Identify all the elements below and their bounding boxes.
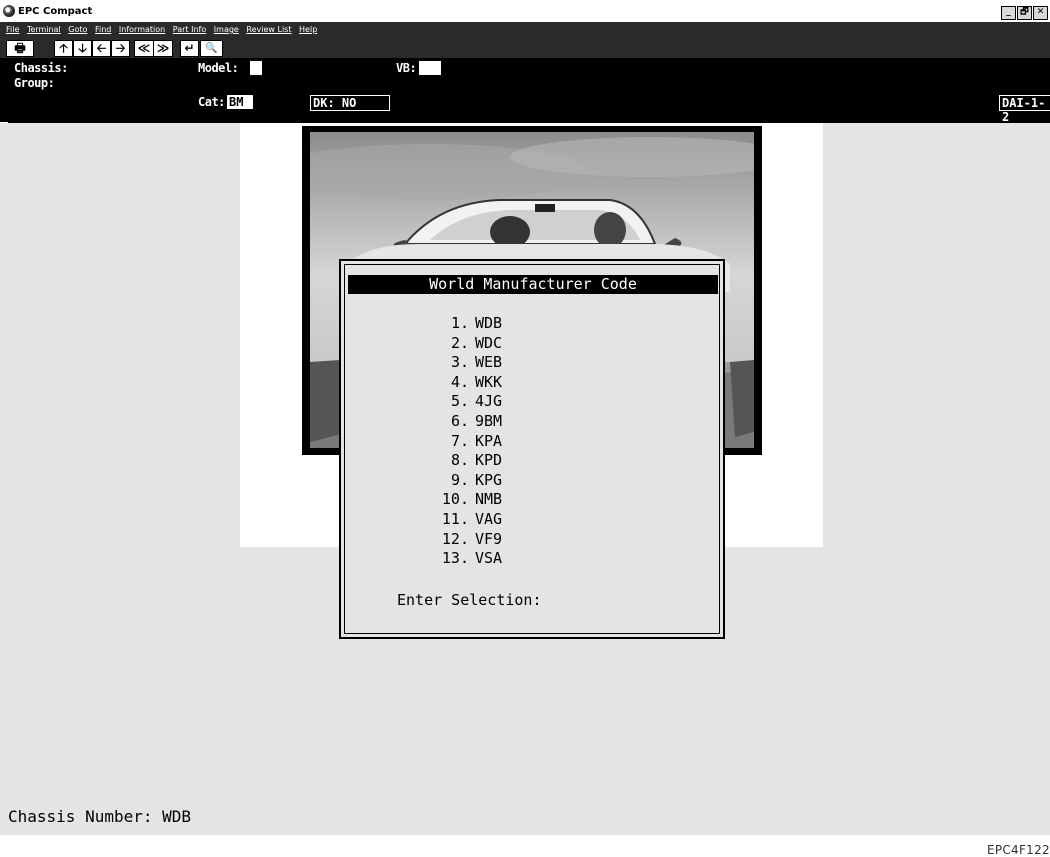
menu-part-info[interactable]: Part Info bbox=[173, 25, 206, 34]
vehicle-info-bar: Chassis: Group: Model: VB: Cat: BM DK: N… bbox=[0, 58, 1050, 124]
arrow-right-icon[interactable]: 🡢 bbox=[111, 40, 130, 57]
group-label: Group: bbox=[14, 76, 55, 90]
item-number: 6. bbox=[450, 411, 469, 430]
item-number: 7. bbox=[450, 431, 469, 450]
list-item[interactable]: 10. NMB bbox=[341, 490, 641, 510]
item-code: KPA bbox=[475, 431, 503, 450]
item-number: 5. bbox=[450, 392, 469, 411]
item-code: WDC bbox=[475, 333, 503, 352]
item-number: 4. bbox=[450, 372, 469, 391]
page-forward-icon[interactable]: ≫ bbox=[153, 40, 173, 57]
item-code: WEB bbox=[475, 353, 503, 372]
toolbar: 🖶 🡡 🡣 🡠 🡢 ≪ ≫ ↵ 🔍 bbox=[0, 37, 1050, 58]
item-code: KPD bbox=[475, 451, 503, 470]
menu-help[interactable]: Help bbox=[299, 25, 317, 34]
arrow-up-icon[interactable]: 🡡 bbox=[54, 40, 73, 57]
menu-find[interactable]: Find bbox=[95, 25, 111, 34]
model-label: Model: bbox=[198, 61, 239, 75]
item-number: 12. bbox=[441, 529, 469, 548]
item-code: NMB bbox=[475, 490, 503, 509]
cat-value: BM bbox=[227, 95, 253, 109]
list-item[interactable]: 12. VF9 bbox=[341, 530, 641, 550]
dialog-title: World Manufacturer Code bbox=[348, 275, 718, 294]
list-item[interactable]: 13. VSA bbox=[341, 549, 641, 569]
list-item[interactable]: 9. KPG bbox=[341, 471, 641, 491]
chassis-number-status: Chassis Number: WDB bbox=[8, 807, 192, 826]
world-manufacturer-code-dialog: World Manufacturer Code 1. WDB 2. WDC 3. WE… bbox=[339, 259, 725, 639]
arrow-left-icon[interactable]: 🡠 bbox=[92, 40, 111, 57]
dk-label: DK: NO bbox=[310, 95, 390, 111]
item-number: 13. bbox=[441, 549, 469, 568]
window-title: EPC Compact bbox=[18, 6, 93, 17]
arrow-down-icon[interactable]: 🡣 bbox=[73, 40, 92, 57]
item-code: VAG bbox=[475, 509, 503, 528]
manufacturer-code-list: 1. WDB 2. WDC 3. WEB 4. WKK 5. 4JG 6. 9BM 7. KP… bbox=[341, 314, 641, 569]
menu-bar: File Terminal Goto Find Information Part… bbox=[0, 22, 1050, 37]
menu-information[interactable]: Information bbox=[119, 25, 165, 34]
item-number: 1. bbox=[450, 314, 469, 332]
list-item[interactable]: 3. WEB bbox=[341, 353, 641, 373]
menu-file[interactable]: File bbox=[6, 25, 19, 34]
item-number: 10. bbox=[441, 490, 469, 509]
restore-button[interactable]: 🗗 bbox=[1017, 6, 1032, 20]
item-number: 9. bbox=[450, 470, 469, 489]
list-item[interactable]: 7. KPA bbox=[341, 432, 641, 452]
print-icon[interactable]: 🖶 bbox=[6, 40, 34, 57]
list-item[interactable]: 1. WDB bbox=[341, 314, 641, 334]
item-code: WKK bbox=[475, 372, 503, 391]
page-back-icon[interactable]: ≪ bbox=[134, 40, 154, 57]
item-code: WDB bbox=[475, 314, 503, 332]
model-field[interactable] bbox=[250, 61, 262, 75]
item-code: 4JG bbox=[475, 392, 503, 411]
cat-label: Cat: bbox=[198, 95, 225, 109]
list-item[interactable]: 8. KPD bbox=[341, 451, 641, 471]
chassis-label: Chassis: bbox=[14, 61, 68, 75]
search-icon[interactable]: 🔍 bbox=[200, 40, 223, 57]
item-code: VSA bbox=[475, 549, 503, 568]
menu-goto[interactable]: Goto bbox=[68, 25, 87, 34]
list-item[interactable]: 11. VAG bbox=[341, 510, 641, 530]
item-number: 8. bbox=[450, 451, 469, 470]
item-code: KPG bbox=[475, 470, 503, 489]
vb-field[interactable] bbox=[419, 61, 441, 75]
item-number: 2. bbox=[450, 333, 469, 352]
close-button[interactable]: ✕ bbox=[1033, 6, 1048, 20]
app-icon bbox=[3, 5, 15, 17]
item-number: 3. bbox=[450, 353, 469, 372]
dai-label: DAI-1-2 bbox=[999, 95, 1050, 124]
title-bar: EPC Compact _ 🗗 ✕ bbox=[0, 0, 1050, 22]
selection-prompt[interactable]: Enter Selection: bbox=[397, 591, 542, 609]
list-item[interactable]: 4. WKK bbox=[341, 373, 641, 393]
minimize-button[interactable]: _ bbox=[1001, 6, 1016, 20]
item-code: VF9 bbox=[475, 529, 503, 548]
menu-review-list[interactable]: Review List bbox=[246, 25, 291, 34]
menu-terminal[interactable]: Terminal bbox=[27, 25, 61, 34]
item-code: 9BM bbox=[475, 411, 503, 430]
list-item[interactable]: 5. 4JG bbox=[341, 392, 641, 412]
vb-label: VB: bbox=[396, 61, 417, 75]
window-controls: _ 🗗 ✕ bbox=[1001, 6, 1048, 20]
enter-icon[interactable]: ↵ bbox=[180, 40, 199, 57]
menu-image[interactable]: Image bbox=[214, 25, 239, 34]
list-item[interactable]: 2. WDC bbox=[341, 334, 641, 354]
list-item[interactable]: 6. 9BM bbox=[341, 412, 641, 432]
item-number: 11. bbox=[441, 509, 469, 528]
